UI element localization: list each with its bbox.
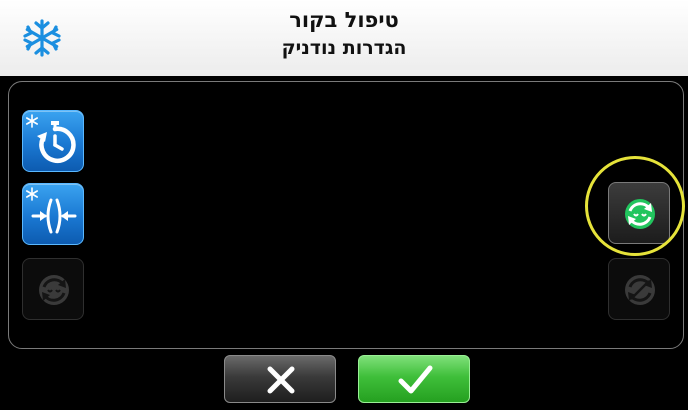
snooze-cycle-icon xyxy=(625,275,655,305)
snooze-off-button[interactable] xyxy=(608,258,670,320)
x-icon xyxy=(267,366,295,394)
snooze-cycle-icon xyxy=(39,275,69,305)
confirm-button[interactable] xyxy=(358,355,470,403)
header-bar: טיפול בקור הגדרות נודניק xyxy=(0,0,688,76)
title-block: טיפול בקור הגדרות נודניק xyxy=(0,6,688,62)
snow-timer-button[interactable] xyxy=(22,110,84,172)
page-subtitle: הגדרות נודניק xyxy=(281,37,407,59)
snooze-disabled-button[interactable] xyxy=(22,258,84,320)
snowflake-timer-icon xyxy=(25,114,76,164)
snow-compress-button[interactable] xyxy=(22,183,84,245)
settings-panel xyxy=(8,81,684,349)
highlight-circle xyxy=(585,156,685,256)
page-title: טיפול בקור xyxy=(289,8,399,32)
snowflake-compress-icon xyxy=(25,187,77,234)
checkmark-icon xyxy=(398,365,433,394)
cancel-button[interactable] xyxy=(224,355,336,403)
